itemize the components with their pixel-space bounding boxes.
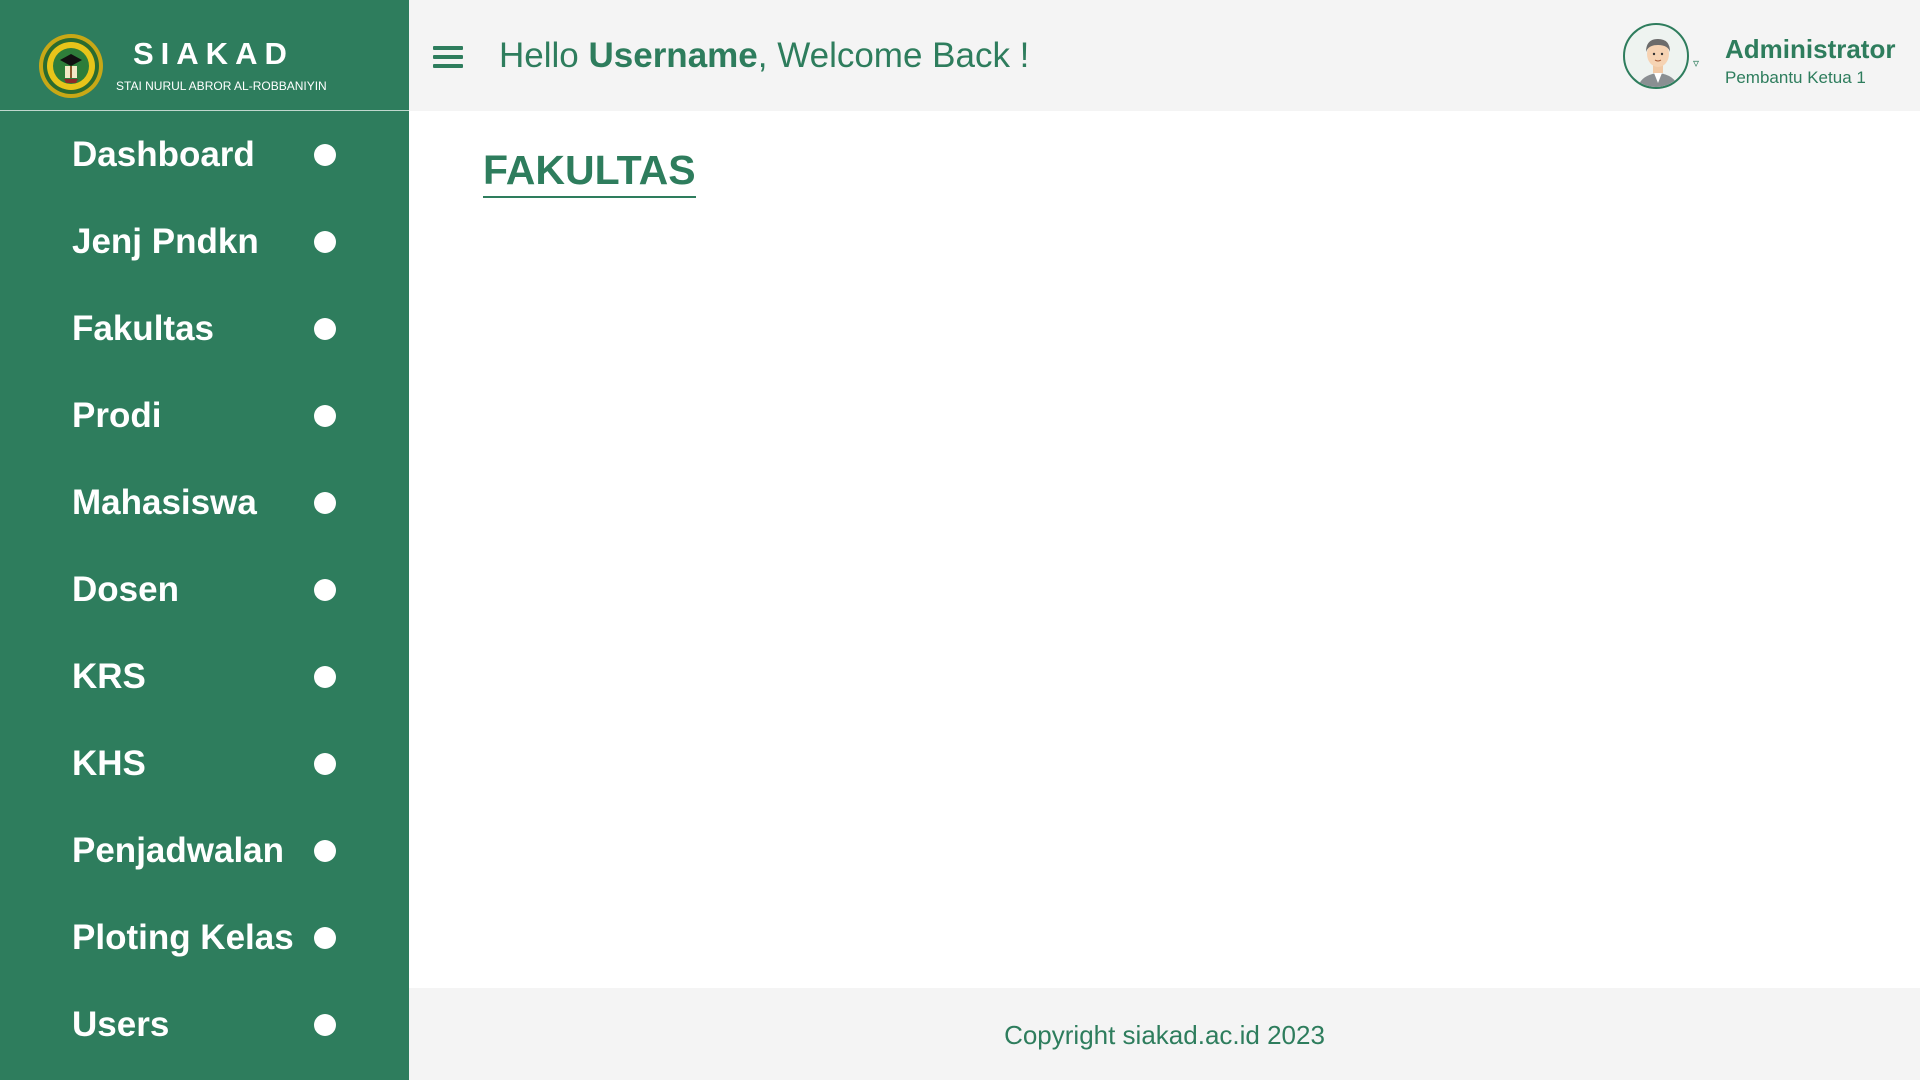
user-role: Pembantu Ketua 1 xyxy=(1725,68,1866,87)
sidebar-item-penjadwalan[interactable]: Penjadwalan xyxy=(0,807,409,894)
footer: Copyright siakad.ac.id 2023 xyxy=(409,988,1920,1080)
sidebar-item-krs[interactable]: KRS xyxy=(0,633,409,720)
sidebar-item-label: KRS xyxy=(72,656,146,696)
welcome-greeting: Hello Username, Welcome Back ! xyxy=(499,36,1029,76)
bullet-icon xyxy=(314,839,336,862)
bullet-icon xyxy=(314,752,336,775)
bullet-icon xyxy=(314,578,336,601)
sidebar-item-label: Mahasiswa xyxy=(72,482,257,522)
sidebar-item-label: Ploting Kelas xyxy=(72,917,294,957)
sidebar-item-label: Dashboard xyxy=(72,134,255,174)
sidebar: SIAKAD STAI NURUL ABROR AL-ROBBANIYIN Da… xyxy=(0,0,409,1080)
sidebar-item-ploting-kelas[interactable]: Ploting Kelas xyxy=(0,894,409,981)
sidebar-item-jenjang-pendidikan[interactable]: Jenj Pndkn xyxy=(0,198,409,285)
user-name: Administrator xyxy=(1725,34,1896,64)
page-title: FAKULTAS xyxy=(483,147,696,198)
hamburger-menu-icon[interactable] xyxy=(433,46,463,68)
sidebar-item-mahasiswa[interactable]: Mahasiswa xyxy=(0,459,409,546)
bullet-icon xyxy=(314,317,336,340)
bullet-icon xyxy=(314,143,336,166)
sidebar-item-label: KHS xyxy=(72,743,146,783)
app-title: SIAKAD xyxy=(133,36,294,71)
sidebar-item-label: Fakultas xyxy=(72,308,214,348)
sidebar-menu: Dashboard Jenj Pndkn Fakultas Prodi Maha… xyxy=(0,111,409,1068)
sidebar-item-label: Dosen xyxy=(72,569,179,609)
top-header: Hello Username, Welcome Back ! ▿ Adminis… xyxy=(409,0,1920,111)
sidebar-item-label: Users xyxy=(72,1004,170,1044)
chevron-down-icon[interactable]: ▿ xyxy=(1693,56,1699,70)
sidebar-item-users[interactable]: Users xyxy=(0,981,409,1068)
sidebar-item-label: Jenj Pndkn xyxy=(72,221,259,261)
copyright-text: Copyright siakad.ac.id 2023 xyxy=(1004,1020,1325,1050)
institution-name: STAI NURUL ABROR AL-ROBBANIYIN xyxy=(116,79,327,93)
bullet-icon xyxy=(314,404,336,427)
bullet-icon xyxy=(314,1013,336,1036)
bullet-icon xyxy=(314,491,336,514)
avatar[interactable] xyxy=(1623,23,1689,89)
sidebar-item-label: Prodi xyxy=(72,395,162,435)
university-seal-icon[interactable] xyxy=(38,33,104,99)
bullet-icon xyxy=(314,926,336,949)
sidebar-item-prodi[interactable]: Prodi xyxy=(0,372,409,459)
sidebar-item-label: Penjadwalan xyxy=(72,830,285,870)
greeting-suffix: , Welcome Back ! xyxy=(757,36,1030,75)
bullet-icon xyxy=(314,230,336,253)
sidebar-item-dashboard[interactable]: Dashboard xyxy=(0,111,409,198)
greeting-username: Username xyxy=(588,36,758,75)
bullet-icon xyxy=(314,665,336,688)
sidebar-item-dosen[interactable]: Dosen xyxy=(0,546,409,633)
greeting-prefix: Hello xyxy=(499,36,589,75)
sidebar-item-fakultas[interactable]: Fakultas xyxy=(0,285,409,372)
sidebar-item-khs[interactable]: KHS xyxy=(0,720,409,807)
user-avatar-icon xyxy=(1637,39,1679,87)
brand-header: SIAKAD STAI NURUL ABROR AL-ROBBANIYIN xyxy=(0,0,409,111)
